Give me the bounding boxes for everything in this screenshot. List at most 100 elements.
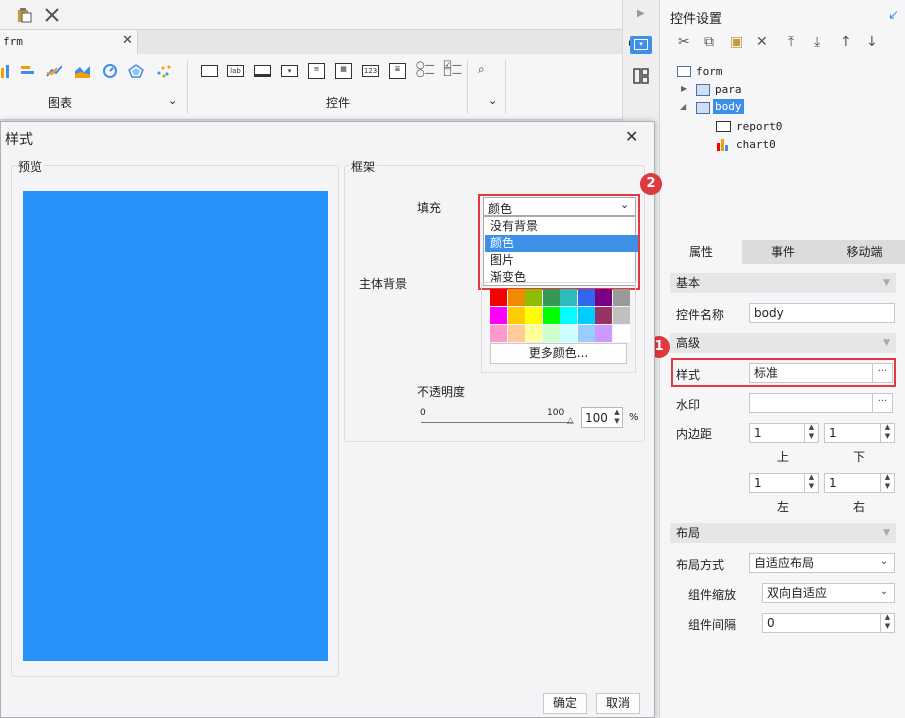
padding-top-spinner[interactable]: ▲ ▼ xyxy=(804,423,818,443)
color-swatch[interactable] xyxy=(525,325,542,342)
color-swatch[interactable] xyxy=(612,289,630,306)
radar-chart-icon[interactable] xyxy=(128,64,144,78)
padding-right-input[interactable]: 1 ▲ ▼ xyxy=(824,473,895,493)
color-swatch[interactable] xyxy=(560,307,577,324)
area-chart-icon[interactable] xyxy=(74,64,90,78)
watermark-more-button[interactable]: ··· xyxy=(872,393,892,413)
color-swatch[interactable] xyxy=(595,325,612,342)
color-swatch[interactable] xyxy=(612,307,630,324)
paste-icon[interactable]: ▣ xyxy=(730,34,743,50)
line-chart-icon[interactable] xyxy=(46,64,62,78)
color-swatch[interactable] xyxy=(612,325,630,342)
color-swatch[interactable] xyxy=(560,325,577,342)
move-top-icon[interactable]: ⤒ xyxy=(788,34,794,50)
section-advanced[interactable]: 高级 ▼ xyxy=(670,333,896,353)
opacity-slider-track[interactable] xyxy=(421,422,573,423)
widget-panel-button[interactable]: ▾ xyxy=(630,36,652,54)
pin-icon[interactable]: ↙ xyxy=(888,8,899,23)
tree-node-body[interactable]: body xyxy=(713,99,744,114)
percent-label: % xyxy=(629,412,639,423)
opacity-spinner[interactable]: ▲ ▼ xyxy=(611,408,623,427)
tab-mobile[interactable]: 移动端 xyxy=(824,240,905,264)
tree-node-report0[interactable]: report0 xyxy=(736,120,782,133)
move-bottom-icon[interactable]: ⤓ xyxy=(814,34,820,50)
move-up-icon[interactable]: ↑ xyxy=(840,34,852,50)
scatter-chart-icon[interactable] xyxy=(156,64,172,78)
color-swatch[interactable] xyxy=(560,289,577,306)
search-control-icon[interactable]: ⌕ xyxy=(478,62,485,77)
tab-events[interactable]: 事件 xyxy=(742,240,824,264)
control-name-input[interactable]: body xyxy=(749,303,895,323)
color-swatch[interactable] xyxy=(525,307,542,324)
gap-input[interactable]: 0 ▲ ▼ xyxy=(762,613,895,633)
radio-control-icon[interactable]: ○— ○— xyxy=(416,61,435,79)
tree-node-chart0[interactable]: chart0 xyxy=(736,138,776,151)
cancel-button[interactable]: 取消 xyxy=(596,693,640,714)
padding-right-spinner[interactable]: ▲ ▼ xyxy=(880,473,894,493)
label-control-icon[interactable]: lab xyxy=(227,65,244,77)
number-control-icon[interactable]: 123 xyxy=(362,65,379,77)
bar-chart-icon[interactable] xyxy=(0,64,16,78)
color-swatch[interactable] xyxy=(577,307,595,324)
tab-close-icon[interactable]: ✕ xyxy=(122,33,133,48)
gauge-chart-icon[interactable] xyxy=(102,64,118,78)
close-icon[interactable] xyxy=(44,7,60,23)
ok-button[interactable]: 确定 xyxy=(543,693,587,714)
control-group-label: 控件 xyxy=(326,96,351,110)
opacity-input[interactable]: 100 ▲ ▼ xyxy=(581,407,623,428)
control-group-chevron-icon[interactable]: ⌄ xyxy=(488,94,497,107)
dropdown-icon: ▾ xyxy=(634,39,648,50)
tab-frm[interactable]: frm ✕ xyxy=(0,30,138,54)
color-swatch[interactable] xyxy=(577,325,595,342)
textarea-control-icon[interactable]: ≣ xyxy=(389,63,406,79)
copy-icon[interactable]: ⧉ xyxy=(704,34,714,50)
color-swatch[interactable] xyxy=(525,289,542,306)
scale-select[interactable]: 双向自适应 ⌄ xyxy=(762,583,895,603)
expand-right-icon[interactable]: ▶ xyxy=(637,8,645,19)
color-swatch[interactable] xyxy=(490,289,507,306)
color-swatch[interactable] xyxy=(595,289,612,306)
tree-node-form[interactable]: form xyxy=(696,65,723,78)
padding-bottom-spinner[interactable]: ▲ ▼ xyxy=(880,423,894,443)
delete-icon[interactable]: ✕ xyxy=(756,34,768,50)
cut-icon[interactable]: ✂ xyxy=(678,34,690,50)
color-swatch[interactable] xyxy=(542,307,560,324)
padding-left-spinner[interactable]: ▲ ▼ xyxy=(804,473,818,493)
horizontal-bar-chart-icon[interactable] xyxy=(20,64,36,78)
tab-properties[interactable]: 属性 xyxy=(660,240,742,264)
color-swatch[interactable] xyxy=(507,325,525,342)
tree-node-para[interactable]: para xyxy=(715,83,742,96)
combobox-control-icon[interactable]: ▾ xyxy=(281,65,298,77)
dialog-close-icon[interactable]: ✕ xyxy=(625,127,638,146)
date-control-icon[interactable]: ▦ xyxy=(335,63,352,79)
textbox-control-icon[interactable] xyxy=(254,65,271,77)
color-swatch[interactable] xyxy=(595,307,612,324)
color-swatch[interactable] xyxy=(577,289,595,306)
collapse-body-icon[interactable]: ◢ xyxy=(680,102,686,111)
section-basic[interactable]: 基本 ▼ xyxy=(670,273,896,293)
move-down-icon[interactable]: ↓ xyxy=(866,34,878,50)
chart-group-chevron-icon[interactable]: ⌄ xyxy=(168,94,177,107)
checkbox-control-icon[interactable]: ☑— ☐— xyxy=(443,61,462,79)
color-swatch[interactable] xyxy=(490,307,507,324)
padding-bottom-input[interactable]: 1 ▲ ▼ xyxy=(824,423,895,443)
padding-top-input[interactable]: 1 ▲ ▼ xyxy=(749,423,819,443)
layout-mode-select[interactable]: 自适应布局 ⌄ xyxy=(749,553,895,573)
expand-para-icon[interactable]: ▶ xyxy=(681,84,687,93)
list-control-icon[interactable]: ≡ xyxy=(308,63,325,79)
gap-spinner[interactable]: ▲ ▼ xyxy=(880,613,894,633)
chevron-down-icon: ▼ xyxy=(883,528,890,538)
color-swatch[interactable] xyxy=(507,307,525,324)
padding-left-input[interactable]: 1 ▲ ▼ xyxy=(749,473,819,493)
more-colors-button[interactable]: 更多颜色... xyxy=(490,343,627,364)
color-swatch[interactable] xyxy=(542,289,560,306)
button-control-icon[interactable] xyxy=(201,65,218,77)
color-swatch[interactable] xyxy=(542,325,560,342)
layout-grid-icon[interactable] xyxy=(633,68,649,84)
watermark-input[interactable]: ··· xyxy=(749,393,893,413)
clipboard-icon[interactable] xyxy=(16,7,32,23)
opacity-slider-handle[interactable]: △ xyxy=(567,416,574,426)
color-swatch[interactable] xyxy=(507,289,525,306)
section-layout[interactable]: 布局 ▼ xyxy=(670,523,896,543)
color-swatch[interactable] xyxy=(490,325,507,342)
